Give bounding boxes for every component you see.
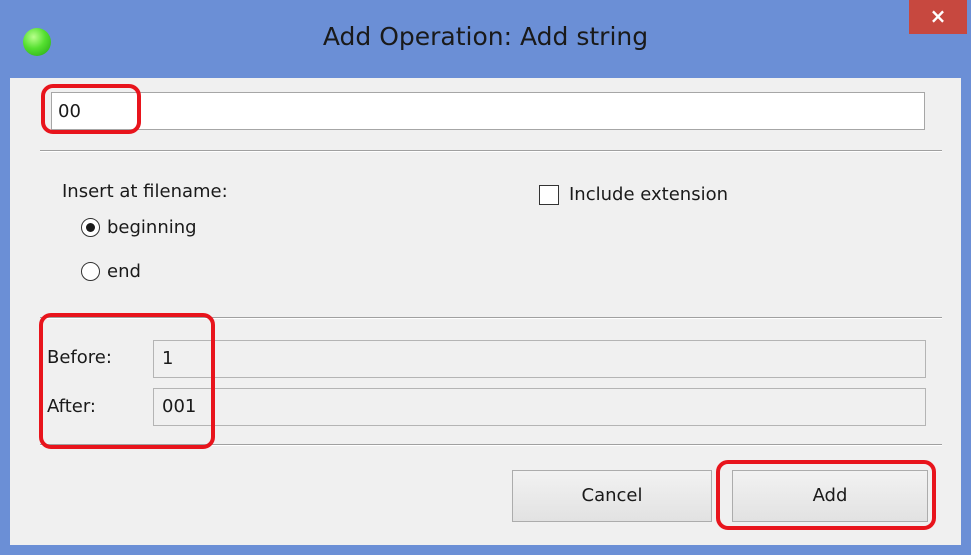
include-extension-checkbox[interactable]: Include extension xyxy=(539,184,728,205)
before-label: Before: xyxy=(47,347,112,368)
dialog-window: Add Operation: Add string × Insert at fi… xyxy=(0,0,971,555)
insert-at-label: Insert at filename: xyxy=(62,181,228,202)
add-string-input[interactable] xyxy=(51,92,925,130)
separator xyxy=(40,150,942,152)
after-label: After: xyxy=(47,396,96,417)
radio-end-label: end xyxy=(107,261,141,282)
dialog-title: Add Operation: Add string xyxy=(322,22,649,51)
close-button[interactable]: × xyxy=(909,0,967,34)
add-button[interactable]: Add xyxy=(732,470,928,522)
dialog-body: Insert at filename: beginning end Includ… xyxy=(10,78,961,545)
radio-end-indicator[interactable] xyxy=(81,262,100,281)
include-extension-box[interactable] xyxy=(539,184,559,205)
radio-beginning-label: beginning xyxy=(107,217,197,238)
radio-beginning[interactable]: beginning xyxy=(81,217,197,238)
radio-end[interactable]: end xyxy=(81,261,141,282)
before-value-field: 1 xyxy=(153,340,926,378)
separator xyxy=(40,317,942,319)
after-value-field: 001 xyxy=(153,388,926,426)
include-extension-label: Include extension xyxy=(569,184,728,205)
cancel-button[interactable]: Cancel xyxy=(512,470,712,522)
separator xyxy=(40,444,942,446)
title-bar[interactable]: Add Operation: Add string × xyxy=(0,0,971,78)
radio-beginning-indicator[interactable] xyxy=(81,218,100,237)
